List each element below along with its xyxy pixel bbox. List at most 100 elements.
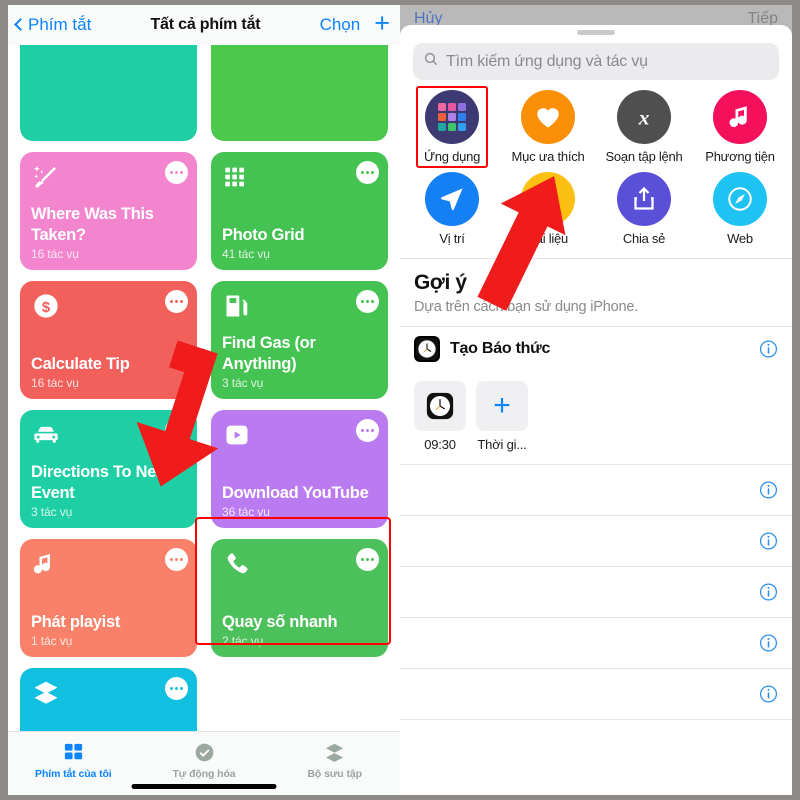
info-circle-icon[interactable] bbox=[759, 634, 778, 653]
category-grid: Ứng dụng Mục ưa thích x Soạn tập lệnh Ph… bbox=[400, 80, 792, 252]
parameter-time-value[interactable]: 09:30 bbox=[414, 381, 466, 452]
music-note-icon bbox=[31, 549, 61, 579]
suggestions-title: Gợi ý bbox=[414, 271, 467, 294]
action-picker-panel: Hủy Tiếp Tìm kiếm ứng dụng và tác vụ Ứng… bbox=[400, 5, 792, 795]
category-tai-lieu[interactable]: Tài liệu bbox=[500, 172, 596, 246]
plus-icon[interactable]: + bbox=[374, 10, 390, 37]
play-rect-icon bbox=[222, 420, 252, 450]
search-icon bbox=[423, 51, 439, 72]
suggestion-row[interactable] bbox=[400, 719, 792, 770]
shortcut-subtitle: 2 tác vụ bbox=[222, 634, 264, 648]
search-container: Tìm kiếm ứng dụng và tác vụ bbox=[400, 35, 792, 80]
ellipsis-icon[interactable] bbox=[356, 548, 379, 571]
category-phuong-tien[interactable]: Phương tiện bbox=[692, 90, 788, 164]
suggestion-row[interactable] bbox=[400, 617, 792, 668]
shortcut-subtitle: 1 tác vụ bbox=[31, 634, 73, 648]
shortcut-card[interactable] bbox=[20, 45, 197, 141]
shortcut-card-find-gas[interactable]: Find Gas (or Anything) 3 tác vụ bbox=[211, 281, 388, 399]
search-placeholder: Tìm kiếm ứng dụng và tác vụ bbox=[446, 52, 648, 70]
screenshot-root: Phím tắt Tất cả phím tắt Chọn + Where Wa… bbox=[0, 0, 800, 800]
ellipsis-icon[interactable] bbox=[356, 161, 379, 184]
dollar-circle-icon: $ bbox=[31, 291, 61, 321]
shortcuts-grid: Where Was This Taken? 16 tác vụ Photo Gr… bbox=[20, 45, 388, 731]
share-up-icon bbox=[617, 172, 671, 226]
shortcut-card[interactable] bbox=[211, 45, 388, 141]
category-label: Chia sẻ bbox=[622, 231, 666, 246]
suggestion-parameters: 09:30 + Thời gi... bbox=[400, 371, 792, 464]
suggestion-row-tao-bao-thuc[interactable]: Tạo Báo thức bbox=[400, 326, 792, 371]
shortcut-card-calculate-tip[interactable]: $ Calculate Tip 16 tác vụ bbox=[20, 281, 197, 399]
navigation-bar: Phím tắt Tất cả phím tắt Chọn + bbox=[8, 5, 400, 45]
shortcut-title: Quay số nhanh bbox=[222, 613, 338, 632]
category-soan-tap-lenh[interactable]: x Soạn tập lệnh bbox=[596, 90, 692, 164]
safari-compass-icon bbox=[713, 172, 767, 226]
parameter-label: Thời gi... bbox=[477, 437, 527, 452]
magic-wand-icon bbox=[31, 162, 61, 192]
shortcuts-scroll-area[interactable]: Where Was This Taken? 16 tác vụ Photo Gr… bbox=[8, 45, 400, 731]
tab-my-shortcuts[interactable]: Phím tắt của tôi bbox=[8, 732, 139, 795]
info-circle-icon[interactable] bbox=[759, 481, 778, 500]
suggestion-row[interactable] bbox=[400, 566, 792, 617]
action-sheet: Tìm kiếm ứng dụng và tác vụ Ứng dụng Mục… bbox=[400, 25, 792, 795]
shortcut-subtitle: 16 tác vụ bbox=[31, 247, 79, 261]
tab-label: Phím tắt của tôi bbox=[35, 768, 112, 780]
info-circle-icon[interactable] bbox=[759, 685, 778, 704]
shortcut-card-vi-tri[interactable]: Vị trí 1 tác vụ bbox=[20, 668, 197, 731]
page-title: Tất cả phím tắt bbox=[150, 16, 261, 33]
tab-gallery[interactable]: Bộ sưu tập bbox=[269, 732, 400, 795]
category-label: Tài liệu bbox=[528, 231, 568, 246]
suggestion-row[interactable] bbox=[400, 464, 792, 515]
fuel-pump-icon bbox=[222, 291, 252, 321]
category-label: Mục ưa thích bbox=[511, 149, 585, 164]
shortcut-card-photo-grid[interactable]: Photo Grid 41 tác vụ bbox=[211, 152, 388, 270]
document-icon bbox=[521, 172, 575, 226]
info-circle-icon[interactable] bbox=[759, 340, 778, 359]
ellipsis-icon[interactable] bbox=[356, 290, 379, 313]
shortcut-card-where-was-this-taken[interactable]: Where Was This Taken? 16 tác vụ bbox=[20, 152, 197, 270]
back-button[interactable]: Phím tắt bbox=[14, 15, 91, 35]
layers-icon bbox=[323, 740, 346, 764]
navigate-arrow-icon bbox=[425, 172, 479, 226]
shortcut-title: Calculate Tip bbox=[31, 355, 130, 374]
shortcut-subtitle: 41 tác vụ bbox=[222, 247, 270, 261]
category-ung-dung[interactable]: Ứng dụng bbox=[404, 86, 500, 168]
ellipsis-icon[interactable] bbox=[165, 290, 188, 313]
suggestion-label: Tạo Báo thức bbox=[450, 340, 551, 357]
category-label: Phương tiện bbox=[705, 149, 775, 164]
svg-text:$: $ bbox=[42, 299, 51, 316]
suggestion-row[interactable] bbox=[400, 668, 792, 719]
nav-right-actions: Chọn + bbox=[320, 10, 390, 37]
shortcut-card-phat-playist[interactable]: Phát playist 1 tác vụ bbox=[20, 539, 197, 657]
shortcut-card-quay-so-nhanh[interactable]: Quay số nhanh 2 tác vụ bbox=[211, 539, 388, 657]
ellipsis-icon[interactable] bbox=[165, 548, 188, 571]
info-circle-icon[interactable] bbox=[759, 532, 778, 551]
parameter-add-time[interactable]: + Thời gi... bbox=[476, 381, 528, 452]
category-muc-ua-thich[interactable]: Mục ưa thích bbox=[500, 90, 596, 164]
back-button-label: Phím tắt bbox=[28, 15, 92, 34]
choose-button[interactable]: Chọn bbox=[320, 15, 361, 35]
category-vi-tri[interactable]: Vị trí bbox=[404, 172, 500, 246]
search-input[interactable]: Tìm kiếm ứng dụng và tác vụ bbox=[413, 43, 779, 80]
category-label: Vị trí bbox=[439, 231, 465, 246]
app-dot-grid-icon bbox=[425, 90, 479, 144]
category-chia-se[interactable]: Chia sẻ bbox=[596, 172, 692, 246]
shortcut-title: Download YouTube bbox=[222, 484, 369, 503]
suggestion-row[interactable] bbox=[400, 515, 792, 566]
ellipsis-icon[interactable] bbox=[165, 419, 188, 442]
ellipsis-icon[interactable] bbox=[165, 161, 188, 184]
plus-icon: + bbox=[476, 381, 528, 431]
ellipsis-icon[interactable] bbox=[165, 677, 188, 700]
shortcut-title: Find Gas (or Anything) bbox=[222, 334, 316, 374]
category-web[interactable]: Web bbox=[692, 172, 788, 246]
squares-grid-icon bbox=[62, 740, 85, 764]
shortcut-card-directions-next-event[interactable]: Directions To Next Event 3 tác vụ bbox=[20, 410, 197, 528]
tab-label: Bộ sưu tập bbox=[307, 768, 362, 780]
phone-icon bbox=[222, 549, 252, 579]
info-circle-icon[interactable] bbox=[759, 583, 778, 602]
chevron-left-icon bbox=[14, 17, 23, 33]
shortcut-title: Phát playist bbox=[31, 613, 121, 632]
parameter-label: 09:30 bbox=[424, 437, 456, 452]
home-indicator bbox=[131, 784, 277, 789]
ellipsis-icon[interactable] bbox=[356, 419, 379, 442]
shortcut-card-download-youtube[interactable]: Download YouTube 36 tác vụ bbox=[211, 410, 388, 528]
